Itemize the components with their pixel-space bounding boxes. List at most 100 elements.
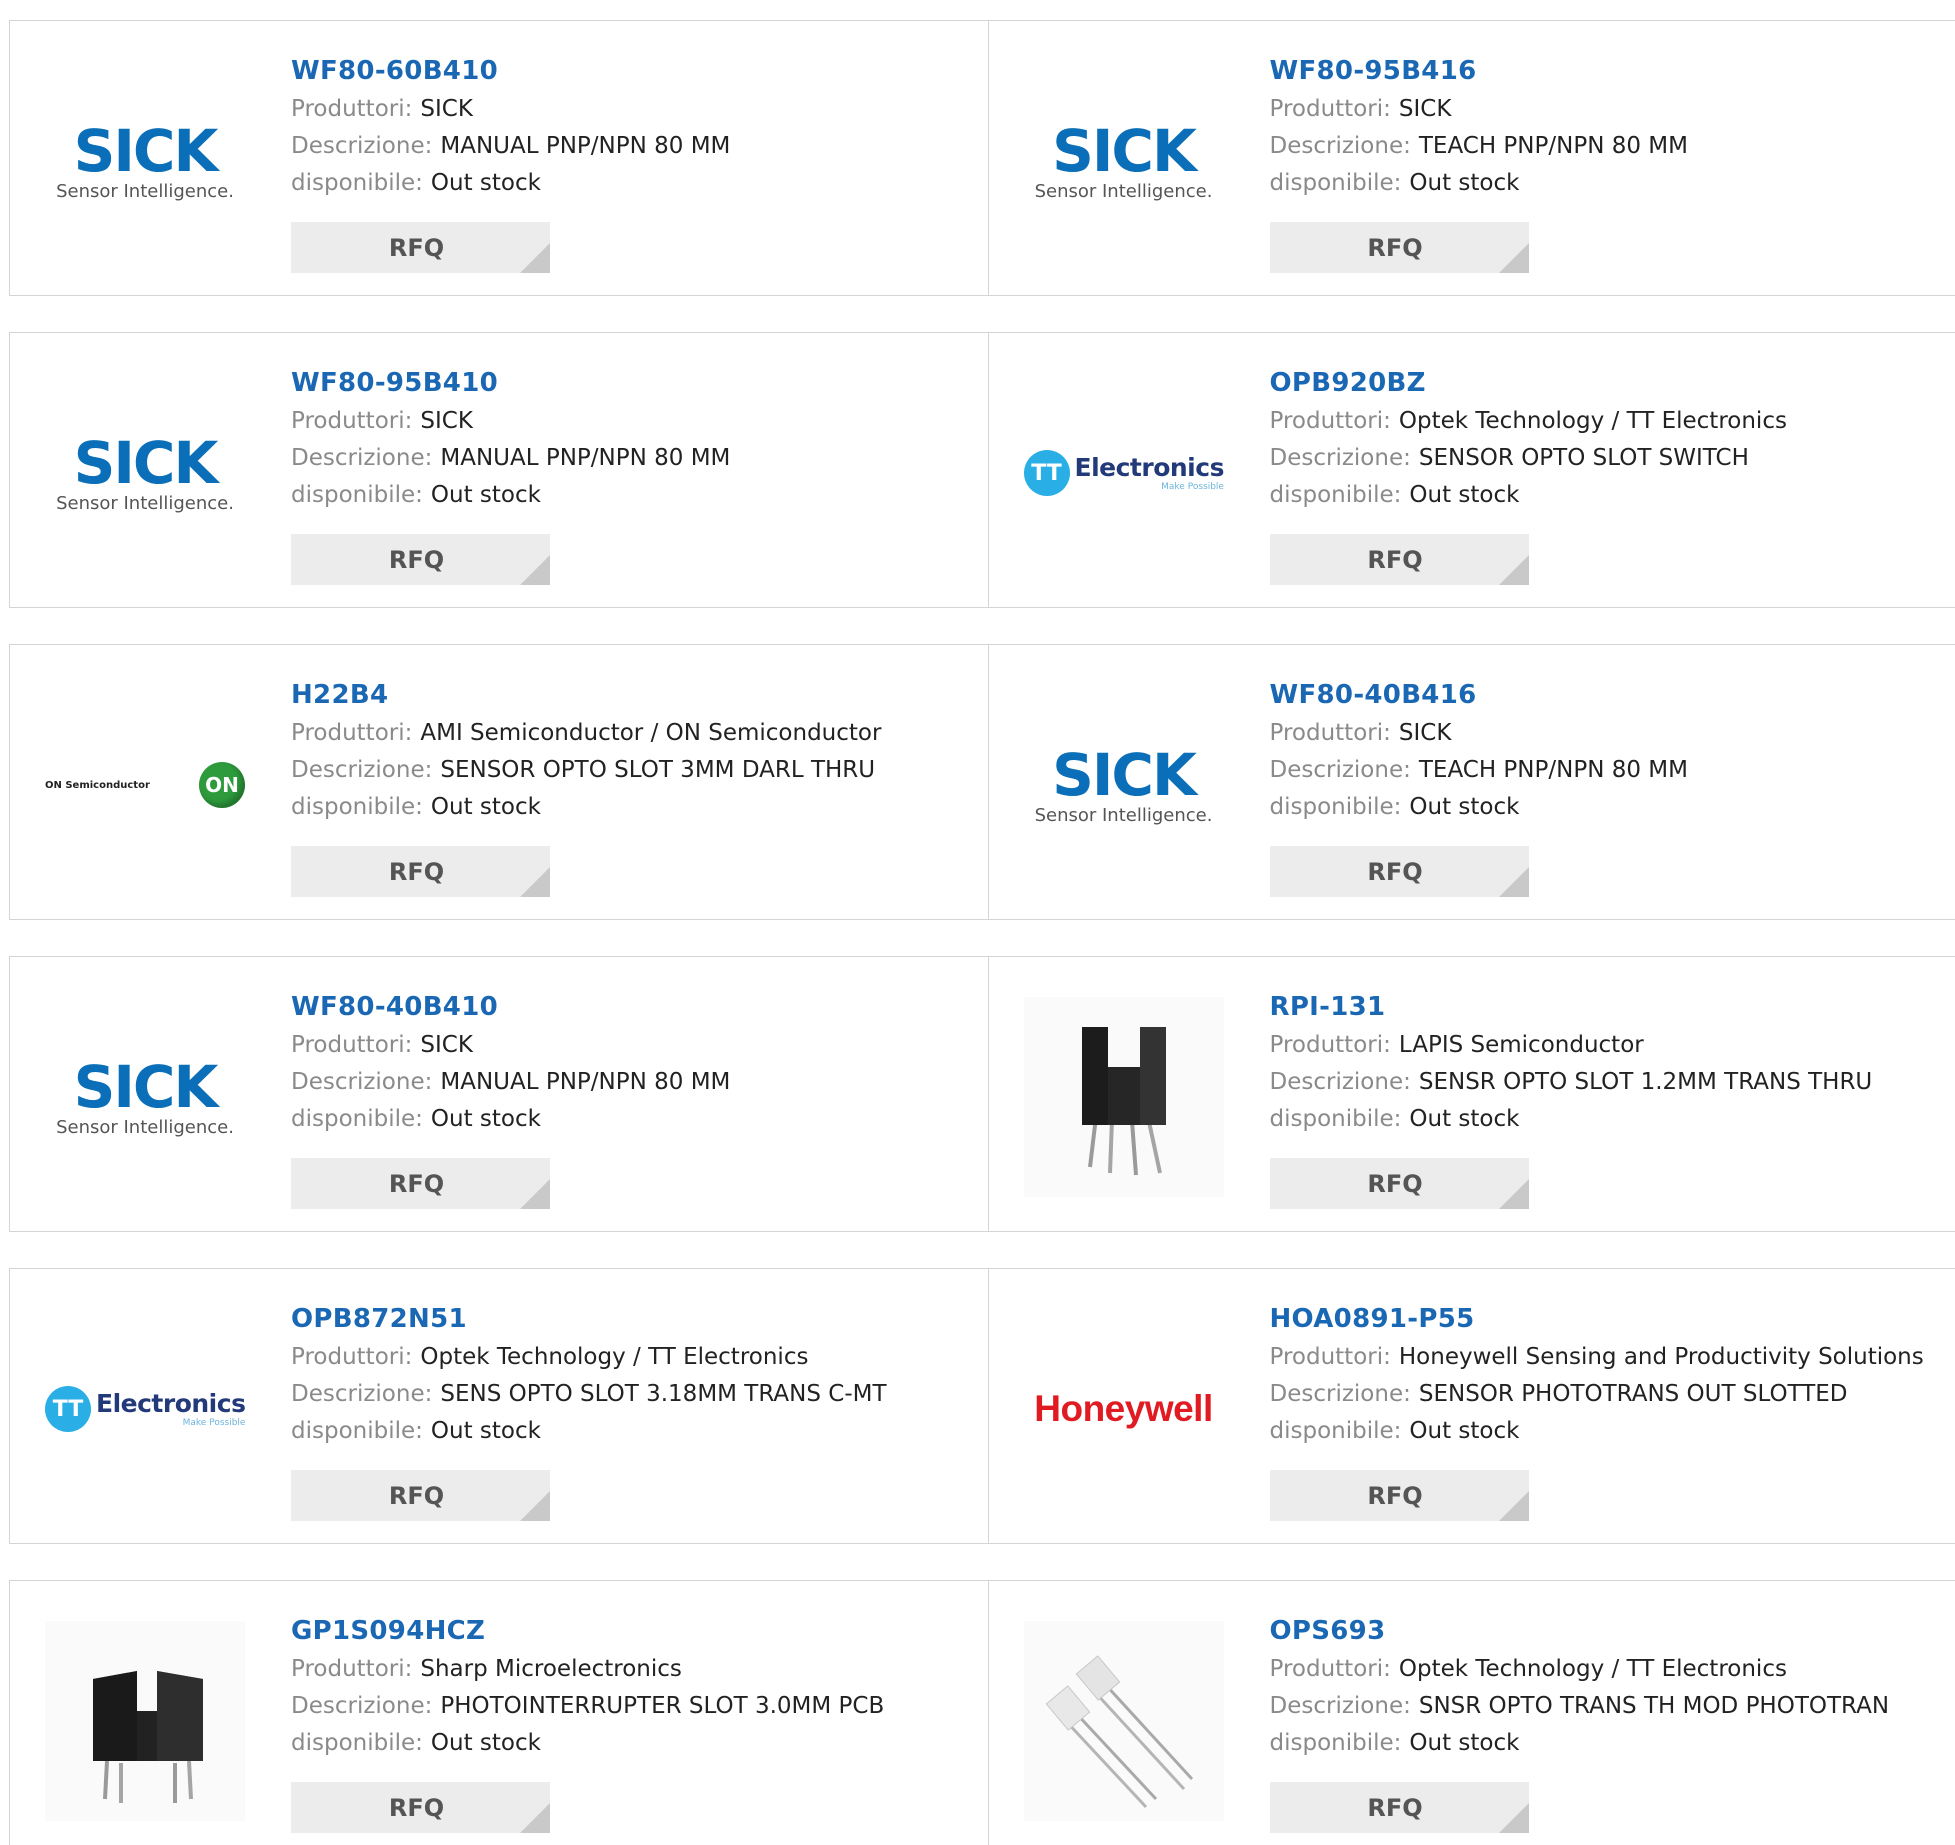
description-label: Descrizione:	[1269, 133, 1411, 159]
product-info: WF80-40B416 Produttori: SICK Descrizione:…	[1270, 675, 1689, 826]
availability-label: disponibile:	[1269, 170, 1402, 196]
rfq-button[interactable]: RFQ	[291, 846, 550, 897]
rfq-button[interactable]: RFQ	[1269, 1470, 1529, 1521]
part-number-link[interactable]: WF80-95B416	[1270, 51, 1689, 91]
on-semiconductor-logo: ON Semiconductor ON	[45, 762, 245, 808]
manufacturer-label: Produttori:	[291, 96, 413, 122]
manufacturer-value: AMI Semiconductor / ON Semiconductor	[420, 720, 882, 746]
description-label: Descrizione:	[291, 133, 433, 159]
rfq-button[interactable]: RFQ	[1269, 222, 1529, 273]
product-info: OPB872N51 Produttori: Optek Technology / …	[291, 1299, 887, 1450]
rfq-button[interactable]: RFQ	[1269, 534, 1529, 585]
manufacturer-value: SICK	[1398, 720, 1452, 746]
description-value: SENSOR PHOTOTRANS OUT SLOTTED	[1418, 1381, 1848, 1407]
product-info: H22B4 Produttori: AMI Semiconductor / ON …	[291, 675, 881, 826]
manufacturer-line: Produttori: SICK	[1270, 91, 1689, 128]
part-number-link[interactable]: WF80-95B410	[291, 363, 730, 403]
manufacturer-value: Optek Technology / TT Electronics	[1398, 408, 1787, 434]
sick-logo: SICK Sensor Intelligence.	[1034, 116, 1213, 202]
product-card: OPS693 Produttori: Optek Technology / TT …	[987, 1581, 1955, 1845]
tt-electronics-logo: TT Electronics Make Possible	[1023, 450, 1224, 496]
description-line: Descrizione: SENSOR PHOTOTRANS OUT SLOTTE…	[1270, 1376, 1924, 1413]
availability-line: disponibile: Out stock	[1270, 477, 1787, 514]
rfq-button[interactable]: RFQ	[291, 1782, 550, 1833]
manufacturer-label: Produttori:	[291, 1656, 413, 1682]
availability-value: Out stock	[430, 1730, 541, 1756]
description-label: Descrizione:	[1269, 1381, 1411, 1407]
description-value: SENS OPTO SLOT 3.18MM TRANS C-MT	[440, 1381, 887, 1407]
product-info: GP1S094HCZ Produttori: Sharp Microelectro…	[291, 1611, 884, 1762]
description-label: Descrizione:	[1269, 445, 1411, 471]
rfq-button-label: RFQ	[1367, 857, 1423, 886]
product-row: SICK Sensor Intelligence. WF80-60B410 Pr…	[9, 20, 1955, 296]
rfq-button[interactable]: RFQ	[1269, 846, 1529, 897]
part-number-link[interactable]: OPB920BZ	[1270, 363, 1787, 403]
manufacturer-line: Produttori: SICK	[291, 403, 730, 440]
manufacturer-logo: SICK Sensor Intelligence.	[40, 61, 250, 261]
manufacturer-logo: TT Electronics Make Possible	[40, 1309, 250, 1509]
rfq-button[interactable]: RFQ	[291, 1470, 550, 1521]
manufacturer-line: Produttori: Optek Technology / TT Electro…	[291, 1339, 887, 1376]
availability-label: disponibile:	[291, 1106, 423, 1132]
product-info: WF80-95B416 Produttori: SICK Descrizione:…	[1270, 51, 1689, 202]
part-number-link[interactable]: GP1S094HCZ	[291, 1611, 884, 1651]
product-row: SICK Sensor Intelligence. WF80-95B410 Pr…	[9, 332, 1955, 608]
manufacturer-label: Produttori:	[291, 408, 413, 434]
rfq-button[interactable]: RFQ	[1269, 1158, 1529, 1209]
description-value: SNSR OPTO TRANS TH MOD PHOTOTRAN	[1418, 1693, 1890, 1719]
product-info: OPB920BZ Produttori: Optek Technology / T…	[1270, 363, 1787, 514]
availability-value: Out stock	[1409, 794, 1520, 820]
part-number-link[interactable]: OPS693	[1270, 1611, 1890, 1651]
manufacturer-line: Produttori: LAPIS Semiconductor	[1270, 1027, 1873, 1064]
rfq-button[interactable]: RFQ	[1269, 1782, 1529, 1833]
availability-line: disponibile: Out stock	[1270, 165, 1689, 202]
description-label: Descrizione:	[291, 445, 433, 471]
description-label: Descrizione:	[291, 1693, 433, 1719]
rfq-button-label: RFQ	[1367, 1169, 1423, 1198]
description-line: Descrizione: SENS OPTO SLOT 3.18MM TRANS …	[291, 1376, 887, 1413]
description-value: SENSOR OPTO SLOT 3MM DARL THRU	[440, 757, 876, 783]
part-number-link[interactable]: WF80-40B410	[291, 987, 730, 1027]
availability-value: Out stock	[430, 1106, 541, 1132]
tt-electronics-logo: TT Electronics Make Possible	[45, 1386, 246, 1432]
availability-value: Out stock	[1409, 1106, 1520, 1132]
manufacturer-line: Produttori: Honeywell Sensing and Product…	[1270, 1339, 1924, 1376]
part-number-link[interactable]: H22B4	[291, 675, 881, 715]
part-number-link[interactable]: RPI-131	[1270, 987, 1873, 1027]
availability-label: disponibile:	[291, 794, 423, 820]
rfq-button[interactable]: RFQ	[291, 1158, 550, 1209]
part-number-link[interactable]: HOA0891-P55	[1270, 1299, 1924, 1339]
manufacturer-label: Produttori:	[1269, 1656, 1391, 1682]
rfq-button[interactable]: RFQ	[291, 534, 550, 585]
manufacturer-logo: Honeywell	[1019, 1309, 1229, 1509]
availability-line: disponibile: Out stock	[1270, 1413, 1924, 1450]
availability-label: disponibile:	[1269, 1418, 1402, 1444]
description-value: PHOTOINTERRUPTER SLOT 3.0MM PCB	[440, 1693, 885, 1719]
product-row: ON Semiconductor ON H22B4 Produttori: AMI…	[9, 644, 1955, 920]
availability-line: disponibile: Out stock	[1270, 1101, 1873, 1138]
availability-label: disponibile:	[1269, 1730, 1402, 1756]
product-card: Honeywell HOA0891-P55 Produttori: Honeywe…	[987, 1269, 1955, 1543]
rfq-button-label: RFQ	[388, 233, 445, 262]
manufacturer-value: Honeywell Sensing and Productivity Solut…	[1398, 1344, 1924, 1370]
manufacturer-line: Produttori: Sharp Microelectronics	[291, 1651, 884, 1688]
availability-value: Out stock	[430, 482, 541, 508]
manufacturer-value: Optek Technology / TT Electronics	[1398, 1656, 1787, 1682]
rfq-button-label: RFQ	[388, 545, 445, 574]
description-line: Descrizione: SNSR OPTO TRANS TH MOD PHOTO…	[1270, 1688, 1890, 1725]
description-value: TEACH PNP/NPN 80 MM	[1418, 757, 1688, 783]
ops693-product-image	[1023, 1621, 1224, 1821]
description-label: Descrizione:	[291, 1381, 433, 1407]
product-card: TT Electronics Make Possible OPB872N51 Pr…	[10, 1269, 988, 1543]
manufacturer-logo: ON Semiconductor ON	[40, 685, 250, 885]
manufacturer-value: Optek Technology / TT Electronics	[420, 1344, 809, 1370]
rfq-button[interactable]: RFQ	[291, 222, 550, 273]
description-value: MANUAL PNP/NPN 80 MM	[440, 445, 731, 471]
product-card: SICK Sensor Intelligence. WF80-40B410 Pr…	[10, 957, 988, 1231]
sick-logo: SICK Sensor Intelligence.	[56, 428, 234, 514]
manufacturer-label: Produttori:	[1269, 720, 1391, 746]
description-value: MANUAL PNP/NPN 80 MM	[440, 1069, 731, 1095]
part-number-link[interactable]: OPB872N51	[291, 1299, 887, 1339]
part-number-link[interactable]: WF80-40B416	[1270, 675, 1689, 715]
part-number-link[interactable]: WF80-60B410	[291, 51, 730, 91]
